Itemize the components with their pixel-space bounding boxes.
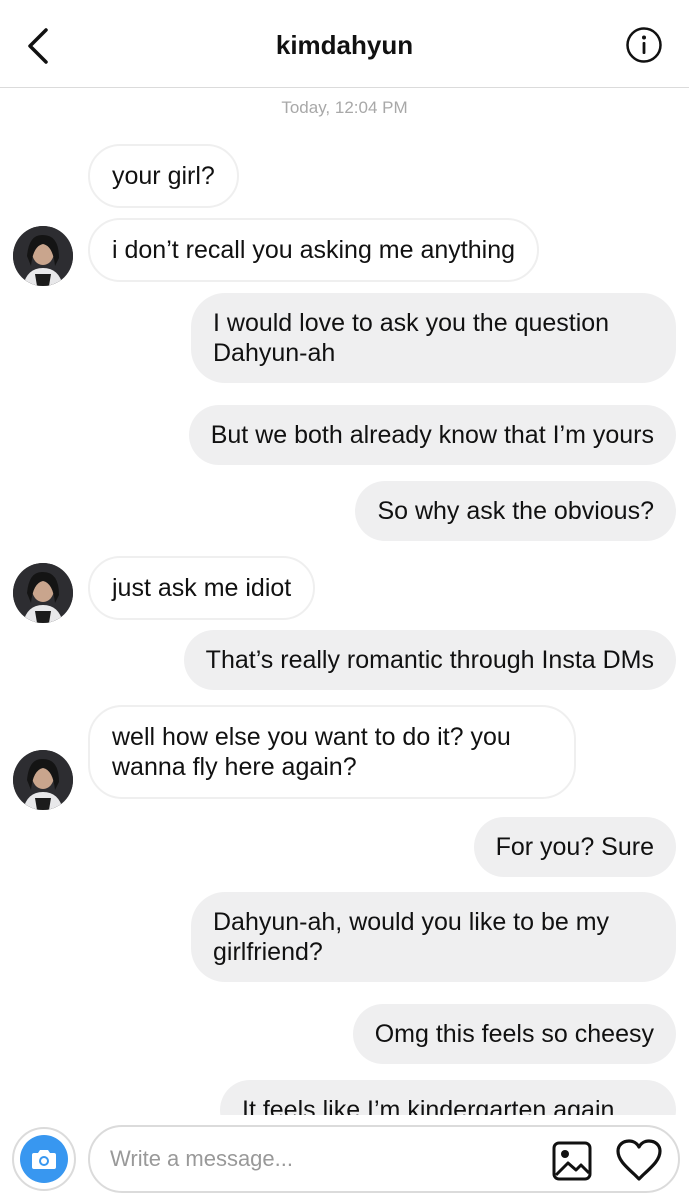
message-bubble-incoming[interactable]: well how else you want to do it? you wan… <box>88 705 576 799</box>
message-bubble-incoming[interactable]: i don’t recall you asking me anything <box>88 218 540 282</box>
avatar[interactable] <box>13 563 73 623</box>
message-bubble-outgoing[interactable]: That’s really romantic through Insta DMs <box>183 630 676 690</box>
heart-icon <box>614 1139 664 1187</box>
message-bubble-outgoing[interactable]: Dahyun-ah, would you like to be my girlf… <box>191 892 676 982</box>
info-circle-icon <box>625 27 663 68</box>
conversation-title[interactable]: kimdahyun <box>0 30 689 61</box>
message-bubble-incoming[interactable]: your girl? <box>88 144 239 208</box>
camera-icon <box>20 1135 68 1183</box>
camera-button[interactable] <box>12 1127 76 1191</box>
gallery-button[interactable] <box>550 1139 594 1183</box>
message-thread[interactable]: Today, 12:04 PM your girl? i don’t recal… <box>0 0 689 1115</box>
conversation-header: kimdahyun <box>0 0 689 88</box>
message-bubble-outgoing[interactable]: But we both already know that I’m yours <box>188 405 676 465</box>
message-bubble-outgoing[interactable]: Omg this feels so cheesy <box>352 1004 676 1064</box>
composer-bar: Write a message... <box>0 1115 689 1200</box>
message-bubble-outgoing[interactable]: So why ask the obvious? <box>355 481 676 541</box>
avatar[interactable] <box>13 750 73 810</box>
message-input-placeholder: Write a message... <box>110 1146 293 1171</box>
image-gallery-icon <box>550 1141 594 1187</box>
message-bubble-incoming[interactable]: just ask me idiot <box>88 556 316 620</box>
avatar[interactable] <box>13 226 73 286</box>
thread-timestamp: Today, 12:04 PM <box>281 98 408 117</box>
like-button[interactable] <box>614 1137 664 1183</box>
message-bubble-outgoing[interactable]: I would love to ask you the question Dah… <box>191 293 676 383</box>
message-input[interactable]: Write a message... <box>88 1125 680 1193</box>
info-button[interactable] <box>625 26 663 64</box>
message-bubble-outgoing[interactable]: It feels like I’m kindergarten again <box>220 1080 676 1115</box>
message-bubble-outgoing[interactable]: For you? Sure <box>473 817 676 877</box>
